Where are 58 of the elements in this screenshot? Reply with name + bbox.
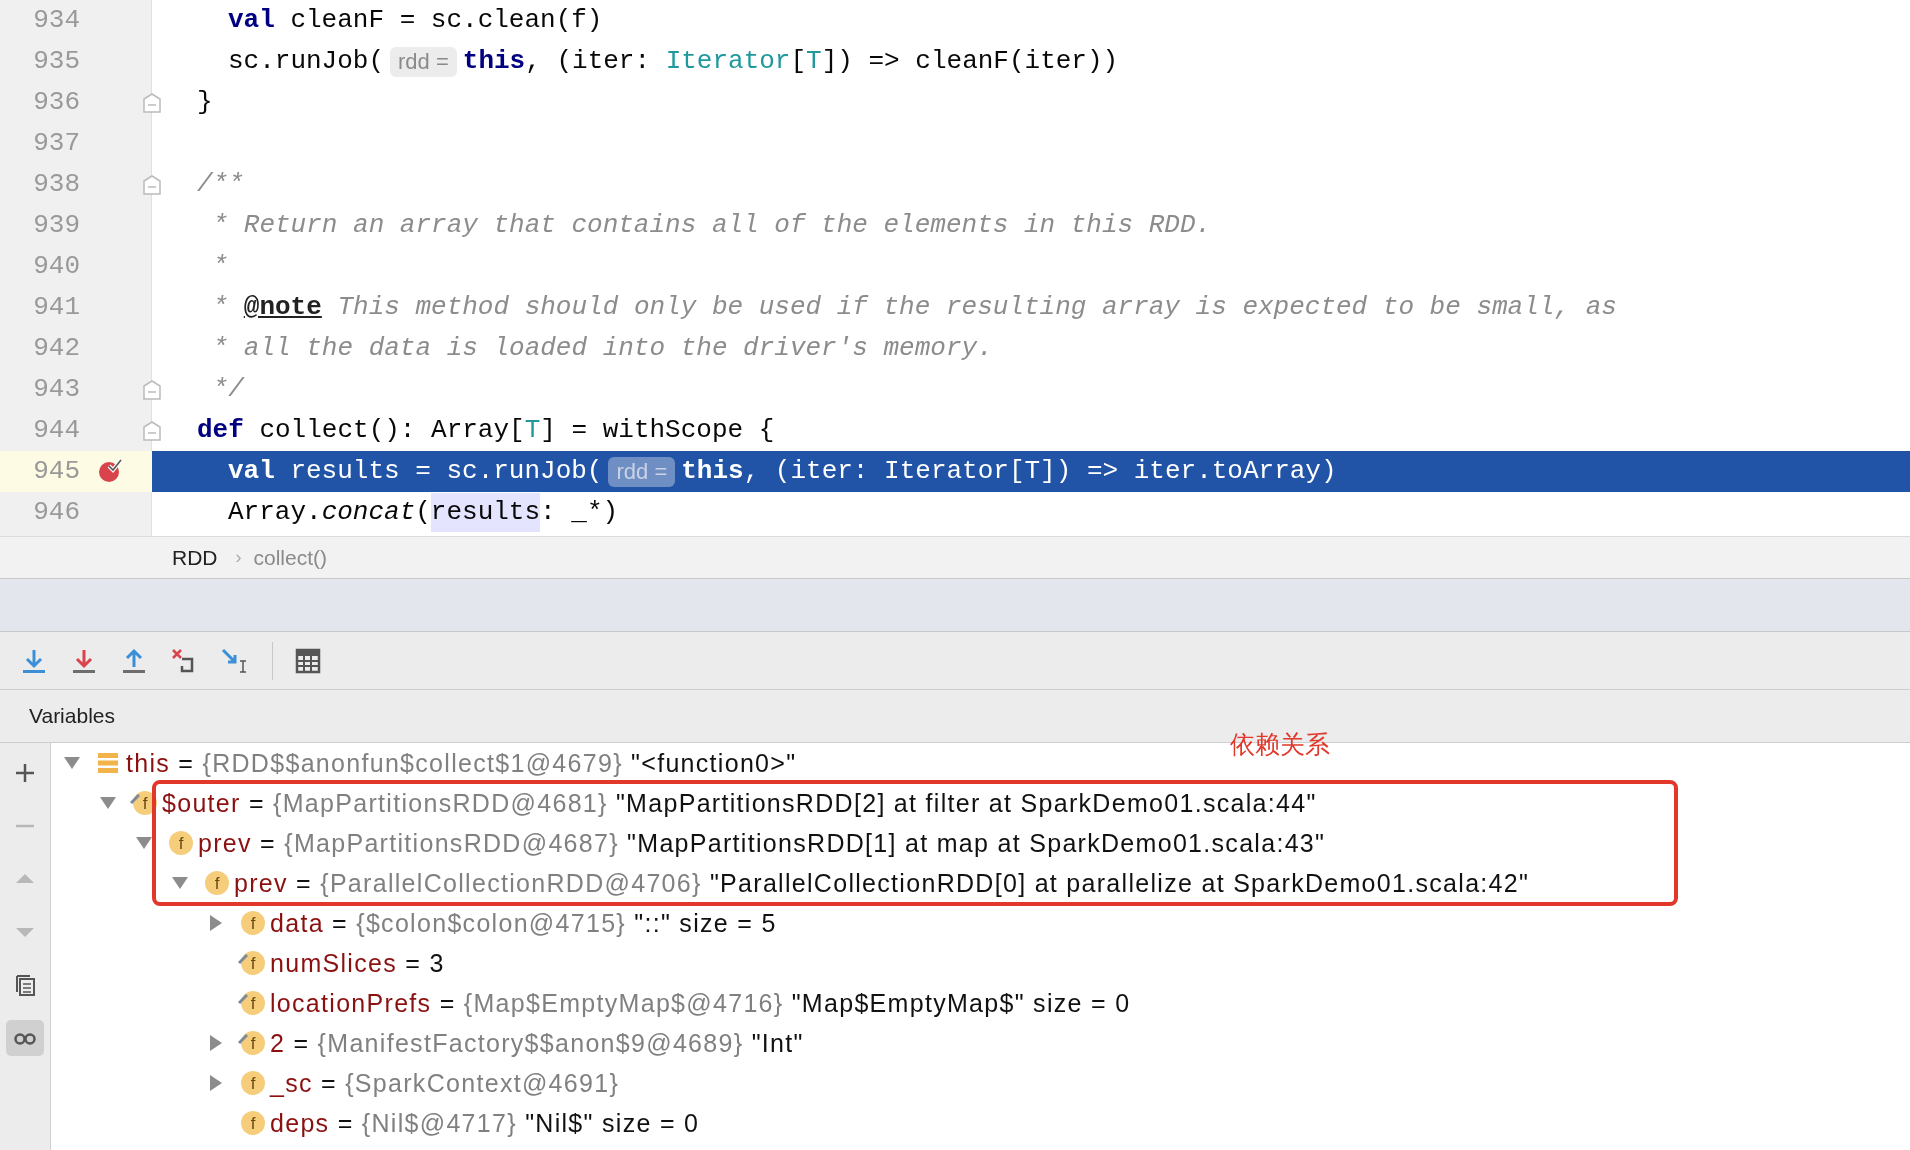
code-line: * (211, 250, 230, 283)
annotation-label: 依赖关系 (1230, 729, 1330, 760)
variable-entry[interactable]: deps = {Nil$@4717} "Nil$" size = 0 (270, 1109, 700, 1137)
panel-title: Variables (29, 703, 115, 730)
fold-icon[interactable] (143, 380, 161, 400)
code-line: def collect(): Array[T] = withScope { (196, 414, 776, 447)
fold-icon[interactable] (143, 93, 161, 113)
code-line: val cleanF = sc.clean(f) (227, 4, 604, 37)
variable-entry[interactable]: numSlices = 3 (270, 949, 445, 977)
code-line: * all the data is loaded into the driver's memory. (211, 332, 994, 365)
line-number: 943 (32, 373, 80, 406)
field-icon: f (241, 1071, 265, 1095)
fold-icon[interactable] (143, 421, 161, 441)
code-line: * Return an array that contains all of the elements in this RDD. (211, 209, 1213, 242)
line-number: 942 (32, 332, 80, 365)
line-number: 945 (32, 455, 80, 488)
line-number: 946 (32, 496, 80, 529)
line-number: 936 (32, 86, 80, 119)
field-icon: f (169, 831, 193, 855)
line-number: 944 (32, 414, 80, 447)
add-icon (14, 762, 36, 784)
variable-entry[interactable]: locationPrefs = {Map$EmptyMap$@4716} "Map$EmptyMap$" size = 0 (270, 989, 1131, 1017)
step-out-icon[interactable] (120, 646, 148, 675)
field-icon: f (241, 991, 265, 1015)
code-line: */ (211, 373, 246, 406)
breakpoint-icon[interactable] (97, 457, 123, 483)
line-number: 940 (32, 250, 80, 283)
line-number: 937 (32, 127, 80, 160)
variable-entry[interactable]: this = {RDD$$anonfun$collect$1@4679} "<function0>" (126, 749, 797, 777)
breadcrumb-separator: › (235, 546, 242, 569)
remove-icon (14, 824, 36, 828)
field-icon: f (241, 1111, 265, 1135)
code-line: Array.concat(results: _*) (152, 492, 1910, 533)
glasses-button[interactable] (6, 1020, 44, 1056)
code-line: } (196, 86, 214, 119)
field-icon: f (205, 871, 229, 895)
code-line: /** (196, 168, 245, 201)
variable-entry[interactable]: prev = {MapPartitionsRDD@4687} "MapPartitionsRDD[1] at map at SparkDemo01.scala:43" (198, 829, 1326, 857)
breadcrumb-item[interactable]: RDD (172, 541, 218, 574)
line-number: 935 (32, 45, 80, 78)
fold-icon[interactable] (143, 175, 161, 195)
variable-entry[interactable]: _sc = {SparkContext@4691} (270, 1069, 620, 1097)
line-number: 941 (32, 291, 80, 324)
variable-entry[interactable]: data = {$colon$colon@4715} "::" size = 5 (270, 909, 777, 937)
field-icon: f (241, 1031, 265, 1055)
code-line: sc.runJob( rdd = this, (iter: Iterator[T]) => cleanF(iter)) (227, 45, 1120, 79)
field-icon: f (241, 951, 265, 975)
calculator-icon[interactable] (295, 647, 321, 674)
variable-entry[interactable]: $outer = {MapPartitionsRDD@4681} "MapPartitionsRDD[2] at filter at SparkDemo01.scala:44" (162, 789, 1317, 817)
variable-entry[interactable]: 2 = {ManifestFactory$$anon$9@4689} "Int" (270, 1029, 804, 1057)
line-number: 934 (32, 4, 80, 37)
stack-icon (97, 752, 119, 774)
code-line: * @note This method should only be used if the resulting array is expected to be small, as (211, 291, 1618, 324)
line-number: 938 (32, 168, 80, 201)
copy-icon (14, 974, 36, 996)
line-number: 939 (32, 209, 80, 242)
field-icon: f (241, 911, 265, 935)
variable-entry[interactable]: prev = {ParallelCollectionRDD@4706} "ParallelCollectionRDD[0] at parallelize at SparkDemo01.scala:42" (234, 869, 1530, 897)
